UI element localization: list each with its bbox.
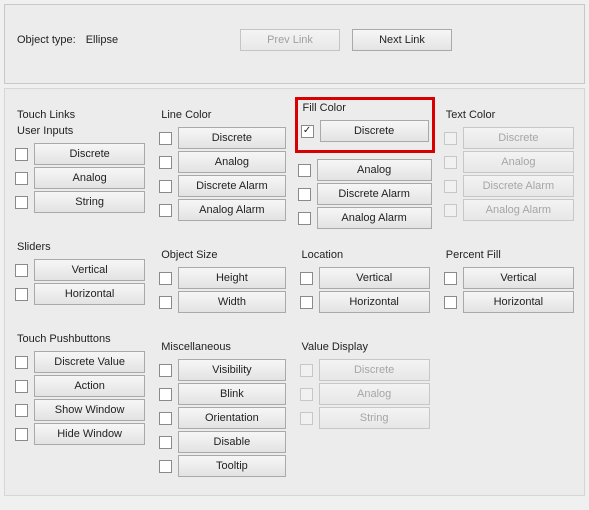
btn-lc-analog-alarm[interactable]: Analog Alarm bbox=[178, 199, 285, 221]
object-size-title: Object Size bbox=[159, 249, 285, 265]
btn-pf-horizontal[interactable]: Horizontal bbox=[463, 291, 574, 313]
chk-misc-orientation[interactable] bbox=[159, 412, 172, 425]
chk-lc-discrete[interactable] bbox=[159, 132, 172, 145]
chk-vd-string bbox=[300, 412, 313, 425]
chk-fc-discrete-alarm[interactable] bbox=[298, 188, 311, 201]
btn-vd-analog: Analog bbox=[319, 383, 430, 405]
location-title: Location bbox=[300, 249, 430, 265]
sliders-group: Sliders Vertical Horizontal bbox=[11, 231, 149, 313]
btn-tp-show-window[interactable]: Show Window bbox=[34, 399, 145, 421]
chk-fc-analog-alarm[interactable] bbox=[298, 212, 311, 225]
touch-links-title: Touch Links bbox=[15, 109, 145, 125]
btn-os-width[interactable]: Width bbox=[178, 291, 285, 313]
chk-tp-hide-window[interactable] bbox=[15, 428, 28, 441]
chk-tp-discrete-value[interactable] bbox=[15, 356, 28, 369]
chk-loc-vertical[interactable] bbox=[300, 272, 313, 285]
options-area: Touch Links User Inputs Discrete Analog … bbox=[4, 88, 585, 496]
percent-fill-title: Percent Fill bbox=[444, 249, 574, 265]
value-display-title: Value Display bbox=[300, 341, 430, 357]
object-type-value: Ellipse bbox=[86, 34, 118, 46]
touch-links-group: Touch Links User Inputs Discrete Analog … bbox=[11, 99, 149, 221]
btn-misc-blink[interactable]: Blink bbox=[178, 383, 285, 405]
prev-link-button: Prev Link bbox=[240, 29, 340, 51]
misc-title: Miscellaneous bbox=[159, 341, 285, 357]
btn-loc-horizontal[interactable]: Horizontal bbox=[319, 291, 430, 313]
chk-lc-analog-alarm[interactable] bbox=[159, 204, 172, 217]
btn-misc-orientation[interactable]: Orientation bbox=[178, 407, 285, 429]
btn-ui-discrete[interactable]: Discrete bbox=[34, 143, 145, 165]
btn-tc-discrete-alarm: Discrete Alarm bbox=[463, 175, 574, 197]
btn-misc-visibility[interactable]: Visibility bbox=[178, 359, 285, 381]
chk-misc-visibility[interactable] bbox=[159, 364, 172, 377]
chk-tc-discrete bbox=[444, 132, 457, 145]
fill-color-title: Fill Color bbox=[301, 102, 429, 118]
btn-vd-string: String bbox=[319, 407, 430, 429]
chk-sl-horizontal[interactable] bbox=[15, 288, 28, 301]
chk-ui-analog[interactable] bbox=[15, 172, 28, 185]
location-group: Location Vertical Horizontal bbox=[296, 239, 434, 321]
user-inputs-title: User Inputs bbox=[15, 125, 145, 141]
chk-fc-analog[interactable] bbox=[298, 164, 311, 177]
btn-fc-discrete[interactable]: Discrete bbox=[320, 120, 429, 142]
chk-loc-horizontal[interactable] bbox=[300, 296, 313, 309]
line-color-title: Line Color bbox=[159, 109, 285, 125]
chk-tc-analog bbox=[444, 156, 457, 169]
line-color-group: Line Color Discrete Analog Discrete Alar… bbox=[155, 99, 289, 229]
btn-misc-disable[interactable]: Disable bbox=[178, 431, 285, 453]
btn-os-height[interactable]: Height bbox=[178, 267, 285, 289]
btn-vd-discrete: Discrete bbox=[319, 359, 430, 381]
touch-pb-title: Touch Pushbuttons bbox=[15, 333, 145, 349]
sliders-title: Sliders bbox=[15, 241, 145, 257]
object-size-group: Object Size Height Width bbox=[155, 239, 289, 321]
btn-pf-vertical[interactable]: Vertical bbox=[463, 267, 574, 289]
text-color-title: Text Color bbox=[444, 109, 574, 125]
btn-sl-vertical[interactable]: Vertical bbox=[34, 259, 145, 281]
percent-fill-group: Percent Fill Vertical Horizontal bbox=[440, 239, 578, 321]
btn-tp-action[interactable]: Action bbox=[34, 375, 145, 397]
btn-tc-discrete: Discrete bbox=[463, 127, 574, 149]
chk-pf-vertical[interactable] bbox=[444, 272, 457, 285]
top-panel: Object type: Ellipse Prev Link Next Link… bbox=[4, 4, 585, 84]
chk-misc-blink[interactable] bbox=[159, 388, 172, 401]
btn-sl-horizontal[interactable]: Horizontal bbox=[34, 283, 145, 305]
btn-ui-analog[interactable]: Analog bbox=[34, 167, 145, 189]
value-display-group: Value Display Discrete Analog String bbox=[296, 331, 434, 437]
chk-misc-disable[interactable] bbox=[159, 436, 172, 449]
btn-tp-discrete-value[interactable]: Discrete Value bbox=[34, 351, 145, 373]
next-link-button[interactable]: Next Link bbox=[352, 29, 452, 51]
text-color-group: Text Color Discrete Analog Discrete Alar… bbox=[440, 99, 578, 229]
chk-vd-analog bbox=[300, 388, 313, 401]
chk-tp-show-window[interactable] bbox=[15, 404, 28, 417]
chk-os-width[interactable] bbox=[159, 296, 172, 309]
btn-ui-string[interactable]: String bbox=[34, 191, 145, 213]
chk-misc-tooltip[interactable] bbox=[159, 460, 172, 473]
chk-fc-discrete[interactable] bbox=[301, 125, 314, 138]
object-type-label: Object type: bbox=[17, 34, 76, 46]
misc-group: Miscellaneous Visibility Blink Orientati… bbox=[155, 331, 289, 485]
btn-tc-analog: Analog bbox=[463, 151, 574, 173]
btn-fc-analog-alarm[interactable]: Analog Alarm bbox=[317, 207, 432, 229]
btn-lc-analog[interactable]: Analog bbox=[178, 151, 285, 173]
btn-tc-analog-alarm: Analog Alarm bbox=[463, 199, 574, 221]
chk-tp-action[interactable] bbox=[15, 380, 28, 393]
btn-misc-tooltip[interactable]: Tooltip bbox=[178, 455, 285, 477]
chk-ui-discrete[interactable] bbox=[15, 148, 28, 161]
btn-lc-discrete[interactable]: Discrete bbox=[178, 127, 285, 149]
chk-ui-string[interactable] bbox=[15, 196, 28, 209]
btn-lc-discrete-alarm[interactable]: Discrete Alarm bbox=[178, 175, 285, 197]
btn-loc-vertical[interactable]: Vertical bbox=[319, 267, 430, 289]
btn-fc-discrete-alarm[interactable]: Discrete Alarm bbox=[317, 183, 432, 205]
chk-tc-discrete-alarm bbox=[444, 180, 457, 193]
chk-vd-discrete bbox=[300, 364, 313, 377]
btn-tp-hide-window[interactable]: Hide Window bbox=[34, 423, 145, 445]
chk-os-height[interactable] bbox=[159, 272, 172, 285]
chk-sl-vertical[interactable] bbox=[15, 264, 28, 277]
touch-pushbuttons-group: Touch Pushbuttons Discrete Value Action … bbox=[11, 323, 149, 453]
chk-lc-analog[interactable] bbox=[159, 156, 172, 169]
fill-color-highlight: Fill Color Discrete bbox=[295, 97, 435, 153]
btn-fc-analog[interactable]: Analog bbox=[317, 159, 432, 181]
chk-tc-analog-alarm bbox=[444, 204, 457, 217]
chk-pf-horizontal[interactable] bbox=[444, 296, 457, 309]
chk-lc-discrete-alarm[interactable] bbox=[159, 180, 172, 193]
